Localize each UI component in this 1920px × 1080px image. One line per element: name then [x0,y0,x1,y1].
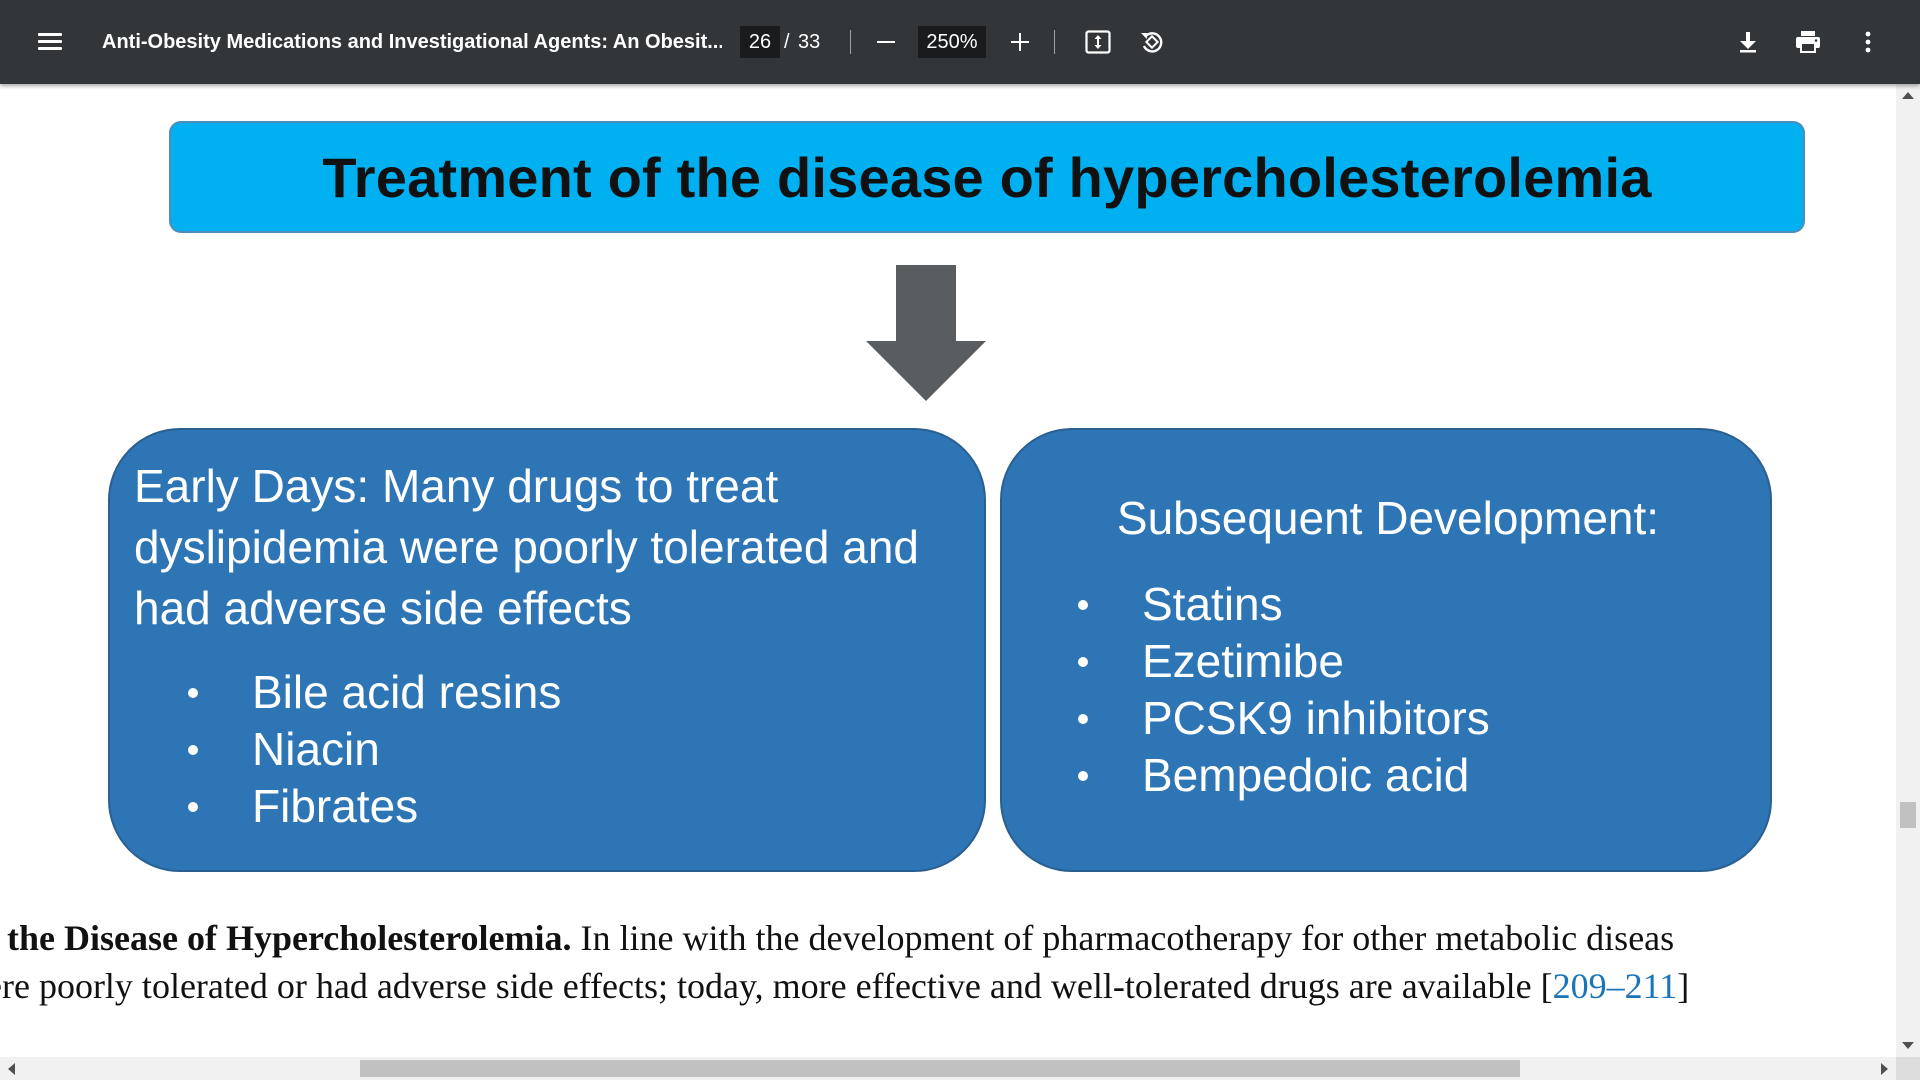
vertical-scrollbar[interactable] [1896,84,1920,1057]
download-button[interactable] [1728,22,1768,62]
bullet-icon [188,688,198,698]
toolbar-divider [850,30,851,54]
list-item: Statins [1078,576,1490,633]
list-item: Bempedoic acid [1078,747,1490,804]
body-text-span: ] [1677,966,1690,1006]
down-arrow-icon [866,265,986,401]
list-item-label: PCSK9 inhibitors [1142,692,1490,744]
more-vertical-icon [1865,31,1871,53]
list-item: Bile acid resins [188,664,561,721]
list-item-label: Statins [1142,578,1283,630]
modern-drugs-list: Statins Ezetimibe PCSK9 inhibitors Bempe… [1078,576,1490,804]
page-number-input[interactable] [740,26,780,58]
zoom-out-button[interactable] [866,22,906,62]
list-item: Niacin [188,721,561,778]
list-item: Ezetimibe [1078,633,1490,690]
zoom-in-button[interactable] [1000,22,1040,62]
toolbar-divider [1054,30,1055,54]
zoom-level-input[interactable] [918,26,986,58]
list-item-label: Bempedoic acid [1142,749,1470,801]
list-item: Fibrates [188,778,561,835]
scroll-left-arrow-icon[interactable] [8,1063,15,1075]
page-separator: / [784,31,790,53]
bullet-icon [188,802,198,812]
list-item-label: Bile acid resins [252,666,562,718]
early-drugs-list: Bile acid resins Niacin Fibrates [188,664,561,835]
fit-to-page-button[interactable] [1078,22,1118,62]
list-item-label: Ezetimibe [1142,635,1344,687]
menu-icon [38,33,62,51]
minus-icon [877,41,895,43]
bullet-icon [188,745,198,755]
scroll-up-arrow-icon[interactable] [1902,92,1914,99]
horizontal-scroll-thumb[interactable] [360,1060,1520,1077]
section-heading: f the Disease of Hypercholesterolemia. [0,918,572,958]
bullet-icon [1078,771,1088,781]
subsequent-development-heading: Subsequent Development: [1116,492,1660,544]
early-days-heading: Early Days: Many drugs to treat dyslipid… [134,460,919,634]
horizontal-scrollbar[interactable] [0,1057,1896,1080]
fit-to-page-icon [1085,30,1111,54]
bullet-icon [1078,714,1088,724]
bullet-icon [1078,657,1088,667]
rotate-icon [1141,32,1163,53]
menu-button[interactable] [28,22,72,62]
more-options-button[interactable] [1848,22,1888,62]
body-text-line: ere poorly tolerated or had adverse side… [0,964,1896,1008]
figure-title: Treatment of the disease of hypercholest… [322,145,1652,209]
early-days-panel: Early Days: Many drugs to treat dyslipid… [108,428,986,872]
page-total: 33 [798,31,821,53]
rotate-button[interactable] [1132,22,1172,62]
document-viewport[interactable]: Treatment of the disease of hypercholest… [0,84,1896,1057]
list-item-label: Fibrates [252,780,419,832]
subsequent-development-panel: Subsequent Development: Statins Ezetimib… [1000,428,1772,872]
scroll-right-arrow-icon[interactable] [1881,1063,1888,1075]
print-button[interactable] [1788,22,1828,62]
download-icon [1740,32,1756,53]
figure-title-box: Treatment of the disease of hypercholest… [169,121,1805,233]
vertical-scroll-thumb[interactable] [1900,802,1916,828]
plus-icon [1011,33,1029,51]
list-item: PCSK9 inhibitors [1078,690,1490,747]
body-text-span: ere poorly tolerated or had adverse side… [0,966,1553,1006]
scrollbar-corner [1896,1057,1920,1080]
scroll-down-arrow-icon[interactable] [1902,1042,1914,1049]
pdf-toolbar: Anti-Obesity Medications and Investigati… [0,0,1920,84]
reference-link[interactable]: 209–211 [1553,966,1678,1006]
body-text-line: f the Disease of Hypercholesterolemia. I… [0,916,1896,960]
document-title: Anti-Obesity Medications and Investigati… [102,31,722,53]
bullet-icon [1078,600,1088,610]
body-text-span: In line with the development of pharmaco… [571,918,1675,958]
print-icon [1796,31,1820,53]
list-item-label: Niacin [252,723,380,775]
